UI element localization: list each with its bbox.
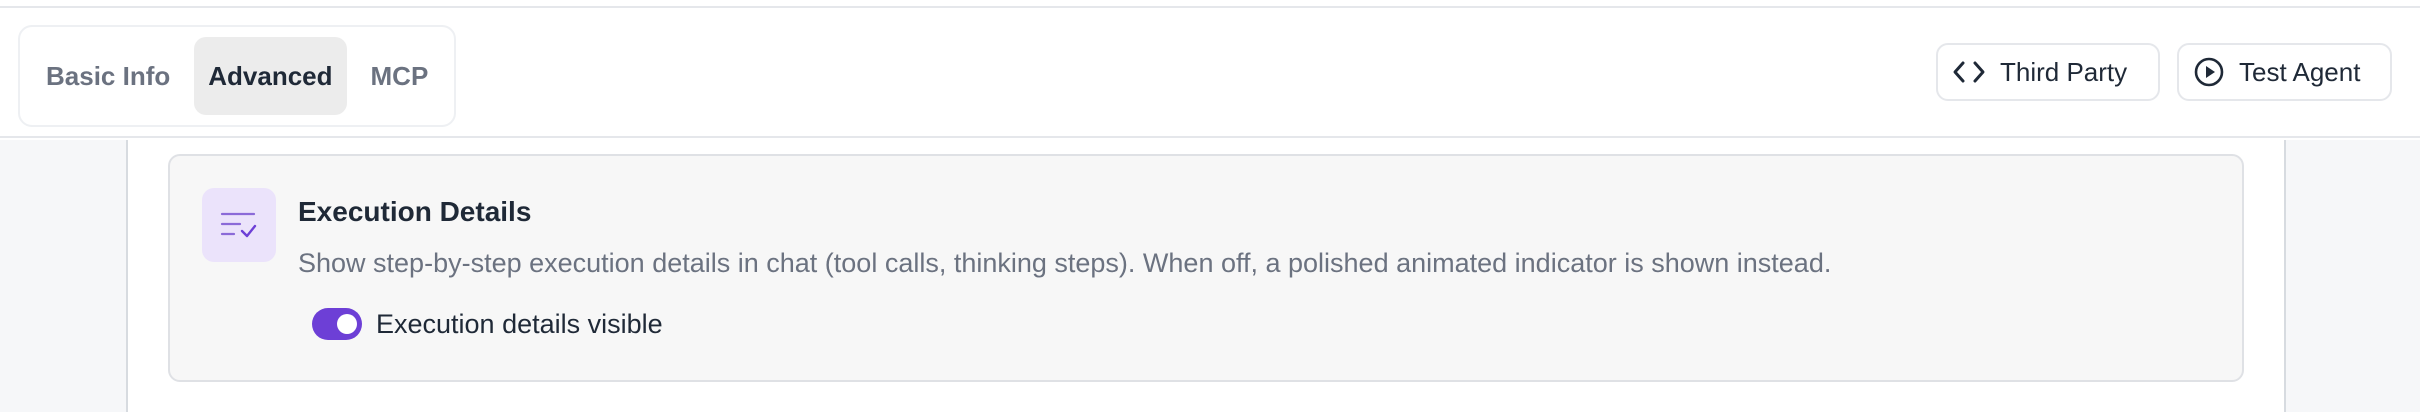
toggle-label: Execution details visible <box>376 308 663 339</box>
execution-details-card: Execution Details Show step-by-step exec… <box>168 154 2244 382</box>
list-check-icon <box>202 188 276 262</box>
code-icon <box>1952 58 1986 86</box>
test-agent-label: Test Agent <box>2239 56 2361 87</box>
play-circle-icon <box>2193 56 2225 88</box>
test-agent-button[interactable]: Test Agent <box>2177 43 2392 101</box>
agent-toolbar: Basic Info Advanced MCP Third Party Test… <box>0 8 2420 138</box>
card-description: Show step-by-step execution details in c… <box>298 248 1832 278</box>
tab-advanced[interactable]: Advanced <box>194 37 347 115</box>
toggle-knob <box>337 314 357 334</box>
execution-details-toggle-row: Execution details visible <box>312 306 663 342</box>
execution-details-toggle[interactable] <box>312 308 362 340</box>
card-title: Execution Details <box>298 196 532 227</box>
top-divider <box>0 0 2420 8</box>
tab-mcp[interactable]: MCP <box>357 37 443 115</box>
tab-basic-info[interactable]: Basic Info <box>32 37 184 115</box>
tab-bar: Basic Info Advanced MCP <box>18 25 457 127</box>
third-party-label: Third Party <box>2000 56 2128 87</box>
third-party-button[interactable]: Third Party <box>1936 43 2160 101</box>
